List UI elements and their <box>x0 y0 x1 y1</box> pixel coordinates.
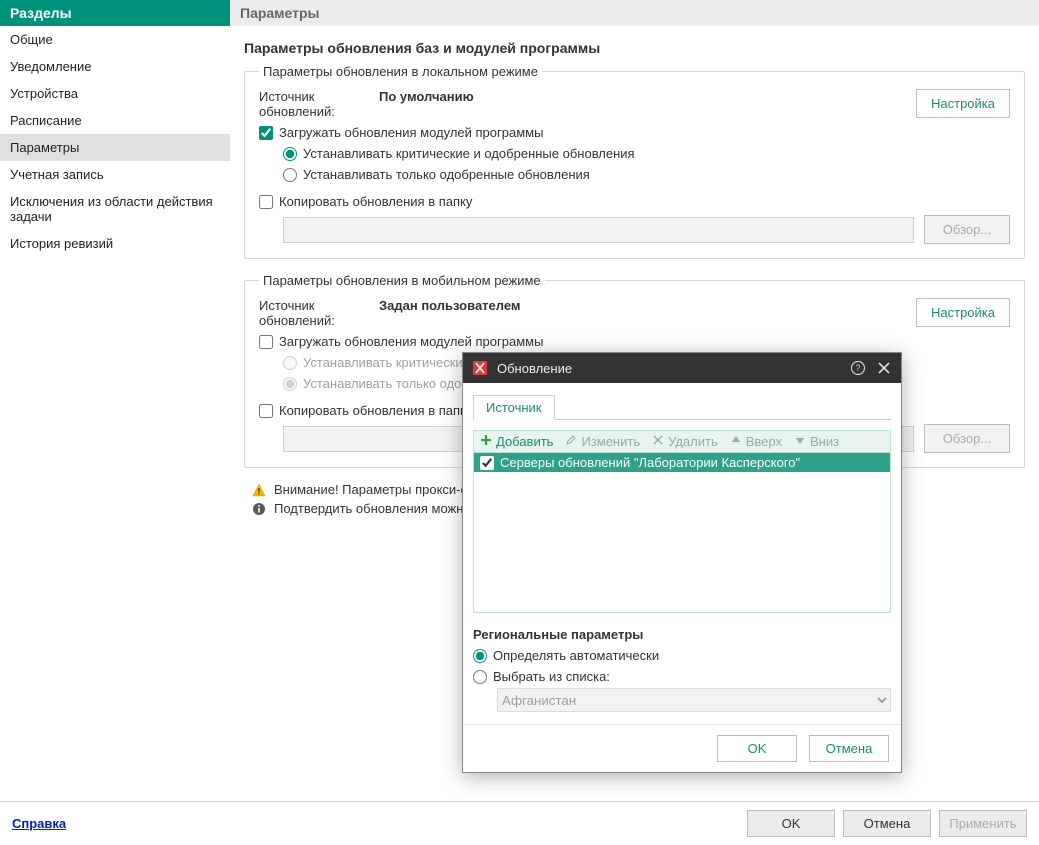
pencil-icon <box>565 434 577 449</box>
sidebar-item-devices[interactable]: Устройства <box>0 80 230 107</box>
toolbar-add[interactable]: Добавить <box>480 434 553 449</box>
local-copy-label: Копировать обновления в папку <box>279 194 472 209</box>
local-download-modules-label: Загружать обновления модулей программы <box>279 125 543 140</box>
sidebar-title: Разделы <box>0 0 230 26</box>
toolbar-down: Вниз <box>794 434 839 449</box>
warning-icon <box>252 483 266 497</box>
toolbar-up-label: Вверх <box>746 434 782 449</box>
sidebar-item-general[interactable]: Общие <box>0 26 230 53</box>
warning-text: Внимание! Параметры прокси-серв <box>274 482 488 497</box>
local-radio-critical-label: Устанавливать критические и одобренные о… <box>303 146 635 161</box>
local-radio-critical[interactable] <box>283 147 297 161</box>
mobile-radio-critical <box>283 356 297 370</box>
sidebar-item-account[interactable]: Учетная запись <box>0 161 230 188</box>
source-list[interactable]: Серверы обновлений "Лаборатории Касперск… <box>473 453 891 613</box>
local-source-value: По умолчанию <box>379 89 474 104</box>
footer-cancel-button[interactable]: Отмена <box>843 810 931 837</box>
footer-ok-button[interactable]: OK <box>747 810 835 837</box>
regional-title: Региональные параметры <box>473 627 891 642</box>
delete-icon <box>652 434 664 449</box>
toolbar-add-label: Добавить <box>496 434 553 449</box>
sidebar: Разделы Общие Уведомление Устройства Рас… <box>0 0 230 801</box>
local-download-modules-checkbox[interactable] <box>259 126 273 140</box>
footer-apply-button[interactable]: Применить <box>939 810 1027 837</box>
app-icon <box>471 359 489 377</box>
mobile-source-value: Задан пользователем <box>379 298 521 313</box>
section-title: Параметры обновления баз и модулей прогр… <box>244 40 1025 56</box>
footer: Справка OK Отмена Применить <box>0 801 1039 845</box>
regional-radio-list[interactable] <box>473 670 487 684</box>
source-toolbar: Добавить Изменить Удалить Вверх Вниз <box>473 430 891 453</box>
regional-radio-auto[interactable] <box>473 649 487 663</box>
mobile-download-modules-checkbox[interactable] <box>259 335 273 349</box>
dialog-title: Обновление <box>497 361 841 376</box>
toolbar-edit-label: Изменить <box>581 434 640 449</box>
svg-text:?: ? <box>855 363 860 373</box>
mobile-settings-button[interactable]: Настройка <box>916 298 1010 327</box>
dialog-titlebar[interactable]: Обновление ? <box>463 353 901 383</box>
arrow-down-icon <box>794 434 806 449</box>
toolbar-edit: Изменить <box>565 434 640 449</box>
list-item[interactable]: Серверы обновлений "Лаборатории Касперск… <box>474 453 890 472</box>
help-link[interactable]: Справка <box>12 816 66 831</box>
sidebar-item-revisions[interactable]: История ревизий <box>0 230 230 257</box>
help-icon[interactable]: ? <box>849 359 867 377</box>
toolbar-delete: Удалить <box>652 434 718 449</box>
mobile-source-label: Источник обновлений: <box>259 298 359 328</box>
local-radio-approved[interactable] <box>283 168 297 182</box>
sidebar-item-schedule[interactable]: Расписание <box>0 107 230 134</box>
local-copy-checkbox[interactable] <box>259 195 273 209</box>
plus-icon <box>480 434 492 449</box>
toolbar-up: Вверх <box>730 434 782 449</box>
dialog-cancel-button[interactable]: Отмена <box>809 735 889 762</box>
tab-source[interactable]: Источник <box>473 395 555 420</box>
group-mobile-legend: Параметры обновления в мобильном режиме <box>259 273 545 288</box>
page-title: Параметры <box>230 0 1039 26</box>
info-text: Подтвердить обновления можно в <box>274 501 481 516</box>
local-copy-path[interactable] <box>283 217 914 243</box>
regional-radio-list-label: Выбрать из списка: <box>493 669 610 684</box>
mobile-copy-label: Копировать обновления в папку <box>279 403 472 418</box>
group-local-legend: Параметры обновления в локальном режиме <box>259 64 542 79</box>
sidebar-item-settings[interactable]: Параметры <box>0 134 230 161</box>
arrow-up-icon <box>730 434 742 449</box>
local-browse-button[interactable]: Обзор... <box>924 215 1010 244</box>
mobile-download-modules-label: Загружать обновления модулей программы <box>279 334 543 349</box>
list-item-checkbox[interactable] <box>480 456 494 470</box>
local-radio-approved-label: Устанавливать только одобренные обновлен… <box>303 167 590 182</box>
group-local: Параметры обновления в локальном режиме … <box>244 64 1025 259</box>
local-settings-button[interactable]: Настройка <box>916 89 1010 118</box>
info-icon <box>252 502 266 516</box>
list-item-label: Серверы обновлений "Лаборатории Касперск… <box>500 455 800 470</box>
dialog-ok-button[interactable]: OK <box>717 735 797 762</box>
close-icon[interactable] <box>875 359 893 377</box>
country-select[interactable]: Афганистан <box>497 688 891 712</box>
toolbar-down-label: Вниз <box>810 434 839 449</box>
mobile-browse-button[interactable]: Обзор... <box>924 424 1010 453</box>
local-source-label: Источник обновлений: <box>259 89 359 119</box>
toolbar-delete-label: Удалить <box>668 434 718 449</box>
regional-radio-auto-label: Определять автоматически <box>493 648 659 663</box>
sidebar-item-exclusions[interactable]: Исключения из области действия задачи <box>0 188 230 230</box>
sidebar-item-notification[interactable]: Уведомление <box>0 53 230 80</box>
update-dialog: Обновление ? Источник Добавить Изменить <box>462 352 902 773</box>
mobile-copy-checkbox[interactable] <box>259 404 273 418</box>
dialog-tabbar: Источник <box>473 395 891 420</box>
mobile-radio-approved <box>283 377 297 391</box>
